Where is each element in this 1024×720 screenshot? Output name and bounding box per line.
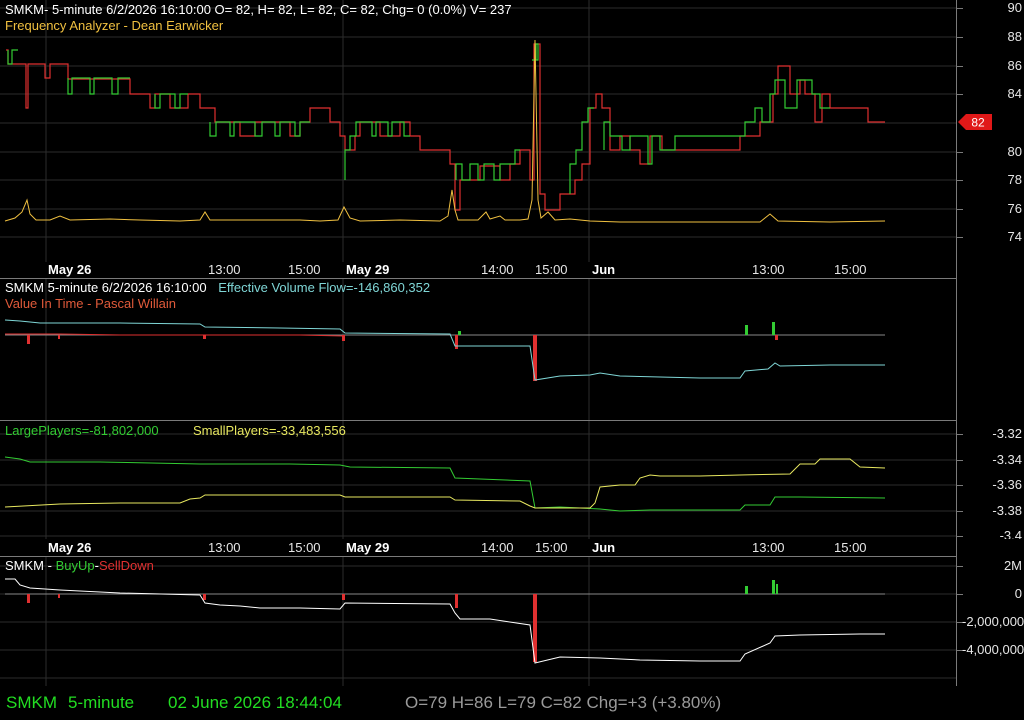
effective-volume-flow-line [4,319,885,381]
buyup-selldown-plot[interactable] [0,557,956,686]
price-y-label: 74 [1007,229,1022,244]
players-pane[interactable]: LargePlayers=-81,802,000 SmallPlayers=-3… [0,421,1024,539]
players-y-label: -3.4 [999,528,1022,539]
status-bar: SMKM 5-minute 02 June 2026 18:44:04 O=79… [0,686,1024,720]
x-label-1300: 13:00 [208,262,241,277]
x-label-1300b: 13:00 [752,262,785,277]
players-y-label: -3.38 [992,503,1022,518]
price-series-red [6,43,885,211]
small-players-line [4,458,886,509]
x2-label-1500b: 15:00 [535,540,568,555]
x-label-1400: 14:00 [481,262,514,277]
x2-label-may29: May 29 [346,540,390,555]
selldown-label: SellDown [98,558,154,573]
price-y-label: 76 [1007,201,1022,216]
players-y-label: -3.34 [992,452,1022,467]
footer-interval: 5-minute [68,693,135,712]
price-header: SMKM- 5-minute 6/2/2026 16:10:00 O= 82, … [5,2,512,17]
buysell-y-label: 0 [1014,586,1022,601]
x2-label-1400: 14:00 [481,540,514,555]
players-plot[interactable] [0,421,956,539]
price-gridlines [0,0,956,262]
buysell-y-label: -2,000,000 [962,614,1024,629]
buysell-y-label: 2M [1003,558,1022,573]
players-y-label: -3.32 [992,426,1022,441]
x-label-1500: 15:00 [288,262,321,277]
buyup-selldown-pane[interactable]: SMKM - BuyUp-SellDown 2M 0 -2,000,000 -4… [0,557,1024,686]
x2-label-1500c: 15:00 [834,540,867,555]
frequency-analyzer-line [4,39,886,223]
x-label-may26: May 26 [48,262,92,277]
volume-bars [27,322,778,381]
x2-label-jun: Jun [592,540,616,555]
last-price-value: 82 [971,116,985,130]
large-players-label: LargePlayers=-81,802,000 [5,423,159,438]
price-y-label: 88 [1007,29,1022,44]
buyup-selldown-header: SMKM - BuyUp-SellDown [5,558,154,573]
small-players-label: SmallPlayers=-33,483,556 [193,423,346,438]
price-y-label: 86 [1007,58,1022,73]
x-label-may29: May 29 [346,262,390,277]
x2-label-may26: May 26 [48,540,92,555]
volume-flow-pane[interactable]: SMKM 5-minute 6/2/2026 16:10:00 Effectiv… [0,279,1024,420]
x2-label-1300b: 13:00 [752,540,785,555]
footer-symbol: SMKM [6,693,57,712]
frequency-analyzer-label: Frequency Analyzer - Dean Earwicker [5,18,224,33]
pane4-symbol: SMKM - [5,558,56,573]
buysell-y-label: -4,000,000 [962,642,1024,657]
price-y-label: 90 [1007,0,1022,15]
price-pane[interactable]: SMKM- 5-minute 6/2/2026 16:10:00 O= 82, … [0,0,1024,262]
x-label-1500c: 15:00 [834,262,867,277]
pane2-symbol: SMKM 5-minute 6/2/2026 16:10:00 [5,280,207,295]
value-in-time-label: Value In Time - Pascal Willain [5,296,176,311]
volume-flow-header: SMKM 5-minute 6/2/2026 16:10:00 Effectiv… [5,280,430,295]
effective-volume-value: Effective Volume Flow=-146,860,352 [218,280,431,295]
price-y-label: 84 [1007,86,1022,101]
x-label-1500b: 15:00 [535,262,568,277]
x2-label-1300: 13:00 [208,540,241,555]
buyup-label: BuyUp [55,558,95,573]
price-y-label: 78 [1007,172,1022,187]
footer-datetime: 02 June 2026 18:44:04 [168,693,342,712]
last-price-tag: 82 [958,114,992,130]
x-label-jun: Jun [592,262,616,277]
price-y-label: 80 [1007,144,1022,159]
x2-label-1500: 15:00 [288,540,321,555]
footer-ohlc: O=79 H=86 L=79 C=82 Chg=+3 (+3.80%) [405,693,722,712]
price-plot[interactable] [0,0,956,262]
players-y-label: -3.36 [992,477,1022,492]
